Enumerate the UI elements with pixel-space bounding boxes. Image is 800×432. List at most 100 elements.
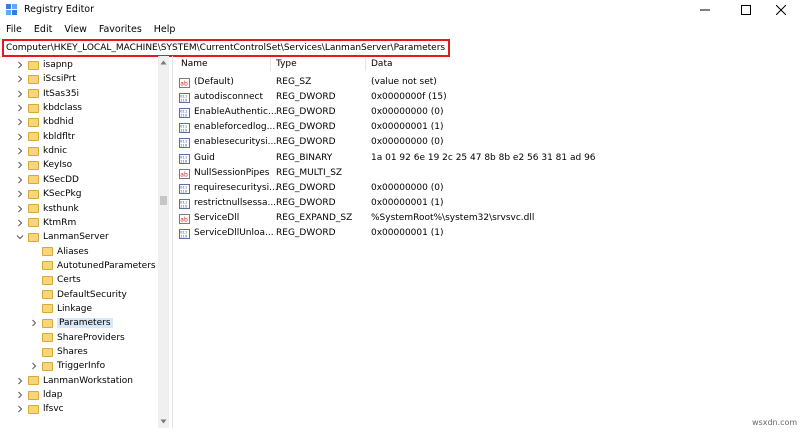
folder-icon (42, 304, 53, 314)
value-row[interactable]: ab ServiceDll REG_EXPAND_SZ %SystemRoot%\sy… (173, 211, 800, 226)
value-data: 0x00000001 (1) (371, 228, 444, 238)
folder-icon (28, 60, 39, 70)
chevron-right-icon[interactable] (16, 391, 24, 399)
value-row[interactable]: 011 110 restrictnullsessa... REG_DWORD 0x000… (173, 196, 800, 211)
column-divider[interactable] (270, 58, 271, 71)
value-data: %SystemRoot%\system32\srvsvc.dll (371, 212, 535, 223)
value-row[interactable]: 011 110 Guid REG_BINARY 1a 01 92 6e 19 2c 25… (173, 151, 800, 166)
tree-item[interactable]: AutotunedParameters (30, 259, 156, 273)
tree-item[interactable]: Aliases (30, 245, 89, 259)
folder-icon (28, 390, 39, 400)
value-row[interactable]: 011 110 enableforcedlog... REG_DWORD 0x00000… (173, 120, 800, 135)
value-row[interactable]: 011 110 enablesecuritysi... REG_DWORD 0x0000… (173, 135, 800, 150)
tree-item-label: KtmRm (43, 217, 77, 228)
value-type: REG_DWORD (276, 92, 336, 103)
chevron-right-icon[interactable] (16, 377, 24, 385)
tree-item[interactable]: iScsiPrt (16, 72, 76, 86)
value-row[interactable]: 011 110 requiresecuritysi... REG_DWORD 0x000… (173, 181, 800, 196)
value-row[interactable]: ab (Default) REG_SZ (value not set) (173, 75, 800, 90)
chevron-right-icon[interactable] (30, 362, 38, 370)
chevron-right-icon[interactable] (16, 118, 24, 126)
chevron-right-icon[interactable] (16, 75, 24, 83)
folder-icon (28, 74, 39, 84)
value-data: 0x0000000f (15) (371, 92, 447, 103)
tree-item[interactable]: kbldfltr (16, 130, 75, 144)
tree-item[interactable]: lfsvc (16, 402, 64, 416)
svg-text:110: 110 (180, 158, 188, 163)
value-row[interactable]: 011 110 autodisconnect REG_DWORD 0x0000000f … (173, 90, 800, 105)
address-bar[interactable]: Computer\HKEY_LOCAL_MACHINE\SYSTEM\Curre… (2, 39, 450, 57)
column-divider[interactable] (365, 58, 366, 71)
binary-value-icon: 011110 (179, 108, 190, 119)
tree-item[interactable]: KeyIso (16, 158, 72, 172)
tree-item-label: Shares (57, 347, 88, 357)
column-header-name[interactable]: Name (181, 56, 208, 73)
tree-item-label: KSecDD (43, 174, 79, 185)
column-header-type[interactable]: Type (276, 56, 297, 73)
chevron-right-icon[interactable] (16, 104, 24, 112)
menu-edit[interactable]: Edit (28, 23, 58, 37)
maximize-button[interactable] (727, 0, 765, 20)
menu-favorites[interactable]: Favorites (93, 23, 148, 37)
chevron-right-icon[interactable] (16, 133, 24, 141)
binary-value-icon: 011110 (179, 93, 190, 104)
value-type: REG_BINARY (276, 152, 333, 163)
value-row[interactable]: 011 110 EnableAuthentic... REG_DWORD 0x00000… (173, 105, 800, 120)
tree-item-label: Parameters (57, 318, 113, 329)
tree-item-label: kbldfltr (43, 131, 76, 142)
tree-scrollbar[interactable] (158, 56, 169, 428)
menu-view[interactable]: View (58, 23, 93, 37)
chevron-right-icon[interactable] (16, 219, 24, 227)
tree-item[interactable]: kdnic (16, 144, 67, 158)
tree-item[interactable]: isapnp (16, 58, 73, 72)
minimize-button[interactable] (686, 0, 724, 20)
chevron-right-icon[interactable] (16, 205, 24, 213)
tree-item[interactable]: TriggerInfo (30, 359, 105, 373)
chevron-right-icon[interactable] (16, 405, 24, 413)
menu-help[interactable]: Help (148, 23, 182, 37)
tree-item[interactable]: KtmRm (16, 216, 76, 230)
chevron-right-icon[interactable] (16, 90, 24, 98)
value-name: Guid (194, 152, 215, 163)
scroll-down-icon[interactable] (160, 418, 167, 425)
menu-file[interactable]: File (0, 23, 28, 37)
value-type: REG_DWORD (276, 122, 336, 133)
tree-item[interactable]: Parameters (30, 316, 113, 330)
value-row[interactable]: ab NullSessionPipes REG_MULTI_SZ (173, 166, 800, 181)
tree-item[interactable]: LanmanWorkstation (16, 374, 133, 388)
chevron-right-icon[interactable] (16, 147, 24, 155)
column-header-data[interactable]: Data (371, 56, 393, 73)
tree-item[interactable]: LanmanServer (16, 230, 109, 244)
close-button[interactable] (762, 0, 800, 20)
tree-item[interactable]: Shares (30, 345, 88, 359)
value-type: REG_MULTI_SZ (276, 167, 343, 178)
folder-icon (28, 376, 39, 386)
value-row[interactable]: 011 110 ServiceDllUnloa... REG_DWORD 0x00000… (173, 226, 800, 241)
tree-item[interactable]: kbdclass (16, 101, 82, 115)
chevron-right-icon[interactable] (30, 319, 38, 327)
chevron-right-icon[interactable] (16, 61, 24, 69)
scroll-up-icon[interactable] (160, 59, 167, 66)
tree-item[interactable]: DefaultSecurity (30, 288, 127, 302)
tree-item[interactable]: Linkage (30, 302, 92, 316)
tree-item[interactable]: kbdhid (16, 115, 74, 129)
tree-item[interactable]: ksthunk (16, 202, 79, 216)
chevron-right-icon[interactable] (16, 161, 24, 169)
tree-item[interactable]: KSecDD (16, 173, 79, 187)
tree-item[interactable]: ldap (16, 388, 62, 402)
folder-icon (28, 132, 39, 142)
scrollbar-thumb[interactable] (160, 196, 167, 205)
tree-item[interactable]: Certs (30, 273, 81, 287)
chevron-right-icon[interactable] (16, 176, 24, 184)
chevron-down-icon[interactable] (16, 233, 24, 241)
tree-item[interactable]: ShareProviders (30, 331, 125, 345)
chevron-right-icon[interactable] (16, 190, 24, 198)
tree-item[interactable]: ItSas35i (16, 87, 79, 101)
tree-item-label: ShareProviders (57, 332, 125, 343)
svg-text:110: 110 (180, 234, 188, 239)
tree-item-label: Certs (57, 275, 81, 286)
tree-item[interactable]: KSecPkg (16, 187, 81, 201)
folder-icon (42, 247, 53, 257)
value-data: 0x00000001 (1) (371, 122, 444, 133)
tree-item-label: LanmanWorkstation (43, 375, 133, 386)
